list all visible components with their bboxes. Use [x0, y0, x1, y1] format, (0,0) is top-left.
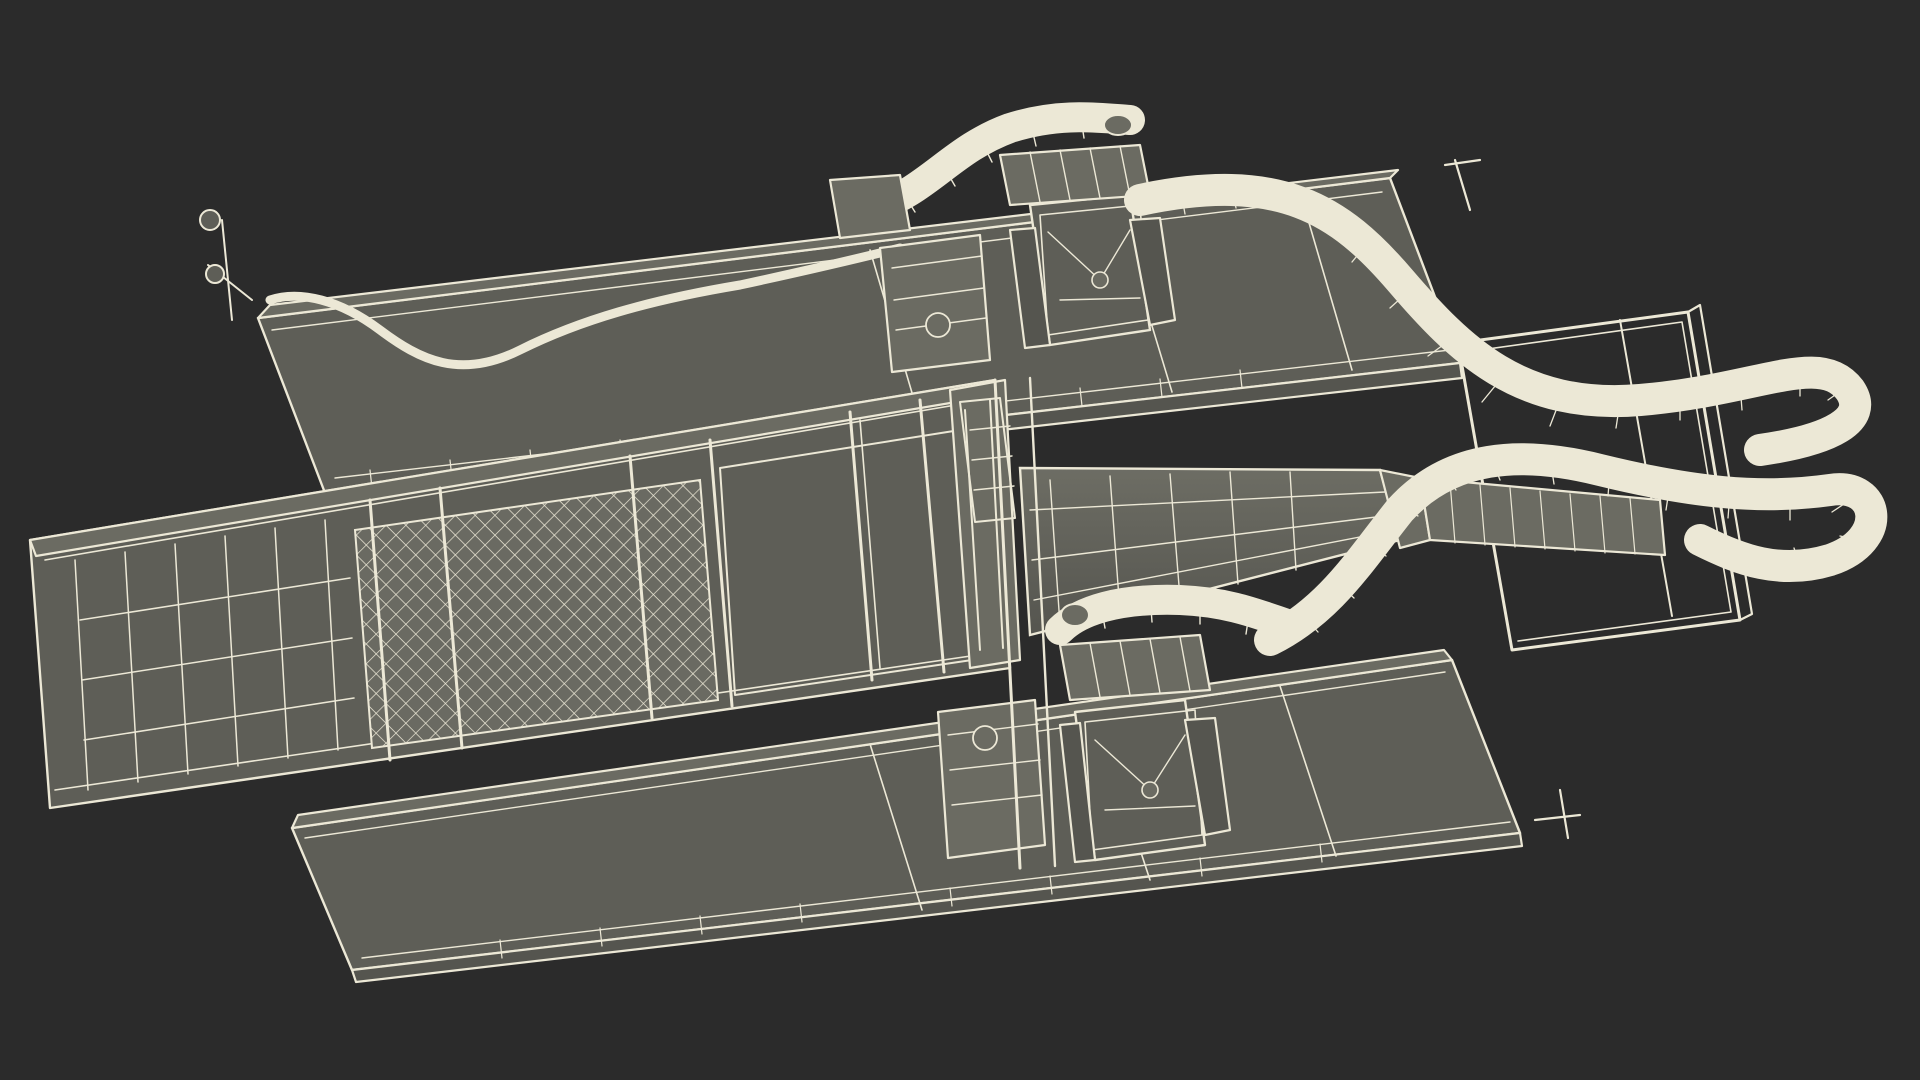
dredge-wireframe — [28, 102, 1888, 984]
render-canvas — [0, 0, 1920, 1080]
